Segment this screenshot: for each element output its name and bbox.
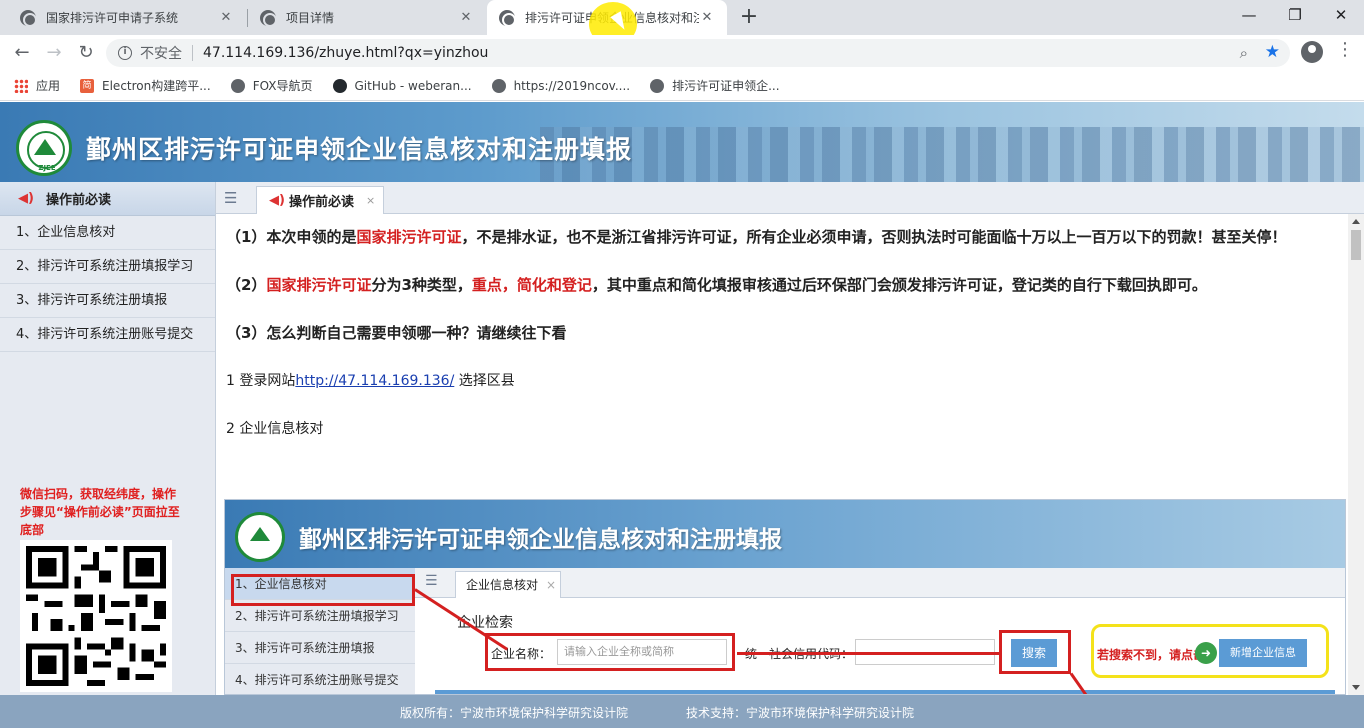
security-label: 不安全 xyxy=(140,46,182,62)
annotation-box-add xyxy=(1091,624,1329,678)
sidebar-item-submit[interactable]: 4、排污许可系统注册账号提交 xyxy=(0,318,215,352)
embedded-tab: 企业信息核对 × xyxy=(455,571,561,598)
speaker-icon: ◀) xyxy=(269,193,285,208)
tab-operation-notes[interactable]: ◀) 操作前必读 × xyxy=(256,186,384,214)
paragraph-2: （2）国家排污许可证分为3种类型，重点，简化和登记，其中重点和简化填报审核通过后… xyxy=(226,276,1207,294)
globe-icon xyxy=(491,78,506,93)
globe-icon xyxy=(230,78,245,93)
annotation-box-sidebar xyxy=(231,574,415,606)
close-icon[interactable]: ✕ xyxy=(218,10,234,25)
browser-menu-icon[interactable]: ⋮ xyxy=(1336,39,1354,60)
logo-text: ZJEE xyxy=(38,164,56,172)
qr-code xyxy=(20,540,172,692)
sidebar-header[interactable]: ◀) 操作前必读 xyxy=(0,182,215,216)
bookmark-paiwu[interactable]: 排污许可证申领企... xyxy=(650,77,780,94)
site-link[interactable]: http://47.114.169.136/ xyxy=(295,373,454,389)
back-button[interactable]: ← xyxy=(8,39,36,67)
close-icon[interactable]: ✕ xyxy=(458,10,474,25)
bookmark-electron[interactable]: 简 Electron构建跨平... xyxy=(80,77,211,94)
embedded-sidebar-item: 3、排污许可系统注册填报 xyxy=(225,632,415,664)
instruction-screenshot: 鄞州区排污许可证申领企业信息核对和注册填报 1、企业信息核对 2、排污许可系统注… xyxy=(224,499,1346,695)
paragraph-3: （3）怎么判断自己需要申领哪一种？请继续往下看 xyxy=(226,324,567,342)
city-skyline-image xyxy=(540,127,1364,182)
globe-icon xyxy=(20,9,37,27)
browser-tab-title: 国家排污许可申请子系统 xyxy=(46,11,179,25)
browser-tab-strip: 国家排污许可申请子系统 ✕ 项目详情 ✕ 排污许可证申领企业信息核对和注 ✕ +… xyxy=(0,0,1364,46)
address-bar[interactable]: i 不安全 47.114.169.136/zhuye.html?qx=yinzh… xyxy=(106,39,1290,67)
browser-tab-2[interactable]: 项目详情 ✕ xyxy=(248,0,486,35)
forward-button[interactable]: → xyxy=(40,39,68,67)
url-text[interactable]: 47.114.169.136/zhuye.html?qx=yinzhou xyxy=(203,45,488,61)
scroll-down-icon[interactable] xyxy=(1352,685,1360,690)
scroll-up-icon[interactable] xyxy=(1352,219,1360,224)
restore-button[interactable]: ❐ xyxy=(1272,0,1318,30)
bookmark-github[interactable]: GitHub - weberan... xyxy=(332,78,472,93)
step-1: 1 登录网站http://47.114.169.136/ 选择区县 xyxy=(226,373,515,389)
profile-avatar[interactable] xyxy=(1301,41,1323,63)
browser-tab-1[interactable]: 国家排污许可申请子系统 ✕ xyxy=(8,0,246,35)
info-icon[interactable]: i xyxy=(118,46,132,60)
github-icon xyxy=(332,78,347,93)
annotation-box-search xyxy=(999,630,1071,674)
zoom-icon[interactable]: ⌕ xyxy=(1240,44,1248,62)
annotation-line xyxy=(737,652,999,655)
bookmark-label: GitHub - weberan... xyxy=(354,78,472,93)
page-tabs-bar: ☰ ◀) 操作前必读 × xyxy=(216,182,1364,214)
bookmark-label: FOX导航页 xyxy=(252,79,313,93)
sidebar-item-learning[interactable]: 2、排污许可系统注册填报学习 xyxy=(0,250,215,284)
jian-icon: 简 xyxy=(80,78,95,93)
globe-icon xyxy=(260,9,277,27)
page-footer: 版权所有：宁波市环境保护科学研究设计院 技术支持：宁波市环境保护科学研究设计院 xyxy=(0,695,1364,728)
minimize-button[interactable]: — xyxy=(1226,0,1272,30)
sidebar: ◀) 操作前必读 1、企业信息核对 2、排污许可系统注册填报学习 3、排污许可系… xyxy=(0,182,216,695)
sidebar-item-info-check[interactable]: 1、企业信息核对 xyxy=(0,216,215,250)
embedded-tabs-bar: ☰ 企业信息核对 × xyxy=(415,568,1345,598)
web-page: ZJEE 鄞州区排污许可证申领企业信息核对和注册填报 ◀) 操作前必读 1、企业… xyxy=(0,102,1364,728)
bookmark-label: Electron构建跨平... xyxy=(102,79,211,93)
scroll-thumb[interactable] xyxy=(1351,230,1361,260)
browser-tab-title: 项目详情 xyxy=(286,11,335,25)
bookmark-label: 排污许可证申领企... xyxy=(672,79,780,93)
bookmark-fox[interactable]: FOX导航页 xyxy=(230,77,313,94)
embedded-banner: 鄞州区排污许可证申领企业信息核对和注册填报 xyxy=(225,500,1345,568)
new-tab-button[interactable]: + xyxy=(736,4,762,30)
bookmark-label: https://2019ncov.... xyxy=(513,78,631,93)
site-title: 鄞州区排污许可证申领企业信息核对和注册填报 xyxy=(86,135,633,164)
zjee-logo: ZJEE xyxy=(16,120,72,176)
zjee-logo xyxy=(235,512,285,562)
globe-icon xyxy=(650,78,665,93)
bookmark-apps[interactable]: 应用 xyxy=(14,77,60,94)
speaker-icon: ◀) xyxy=(18,191,34,206)
tab-label: 操作前必读 xyxy=(288,195,354,210)
site-banner: ZJEE 鄞州区排污许可证申领企业信息核对和注册填报 xyxy=(0,102,1364,182)
footer-support: 技术支持：宁波市环境保护科学研究设计院 xyxy=(686,706,915,720)
footer-copyright: 版权所有：宁波市环境保护科学研究设计院 xyxy=(400,706,629,720)
sidebar-header-label: 操作前必读 xyxy=(45,193,111,208)
menu-toggle-icon: ☰ xyxy=(425,573,438,589)
divider xyxy=(192,45,193,61)
embedded-title: 鄞州区排污许可证申领企业信息核对和注册填报 xyxy=(299,527,782,553)
bookmark-ncov[interactable]: https://2019ncov.... xyxy=(491,78,631,93)
reload-button[interactable]: ↻ xyxy=(72,39,100,67)
embedded-sidebar-item: 4、排污许可系统注册账号提交 xyxy=(225,664,415,694)
bookmark-label: 应用 xyxy=(36,79,61,93)
apps-grid-icon xyxy=(14,78,28,93)
browser-toolbar: ← → ↻ i 不安全 47.114.169.136/zhuye.html?qx… xyxy=(0,35,1364,71)
sidebar-item-register[interactable]: 3、排污许可系统注册填报 xyxy=(0,284,215,318)
globe-icon xyxy=(499,9,516,27)
step-2: 2 企业信息核对 xyxy=(226,421,324,437)
paragraph-1: （1）本次申领的是国家排污许可证，不是排水证，也不是浙江省排污许可证，所有企业必… xyxy=(226,228,1287,246)
close-icon[interactable]: × xyxy=(366,194,375,207)
bookmarks-bar: 应用 简 Electron构建跨平... FOX导航页 GitHub - web… xyxy=(0,71,1364,101)
bookmark-star-icon[interactable]: ★ xyxy=(1265,42,1280,62)
close-icon[interactable]: ✕ xyxy=(699,10,715,25)
menu-toggle-icon[interactable]: ☰ xyxy=(224,189,237,207)
vertical-scrollbar[interactable] xyxy=(1348,214,1364,695)
annotation-box-name xyxy=(485,633,735,671)
wechat-note: 微信扫码，获取经纬度，操作步骤见“操作前必读”页面拉至底部 xyxy=(20,487,180,537)
window-close-button[interactable]: ✕ xyxy=(1318,0,1364,30)
